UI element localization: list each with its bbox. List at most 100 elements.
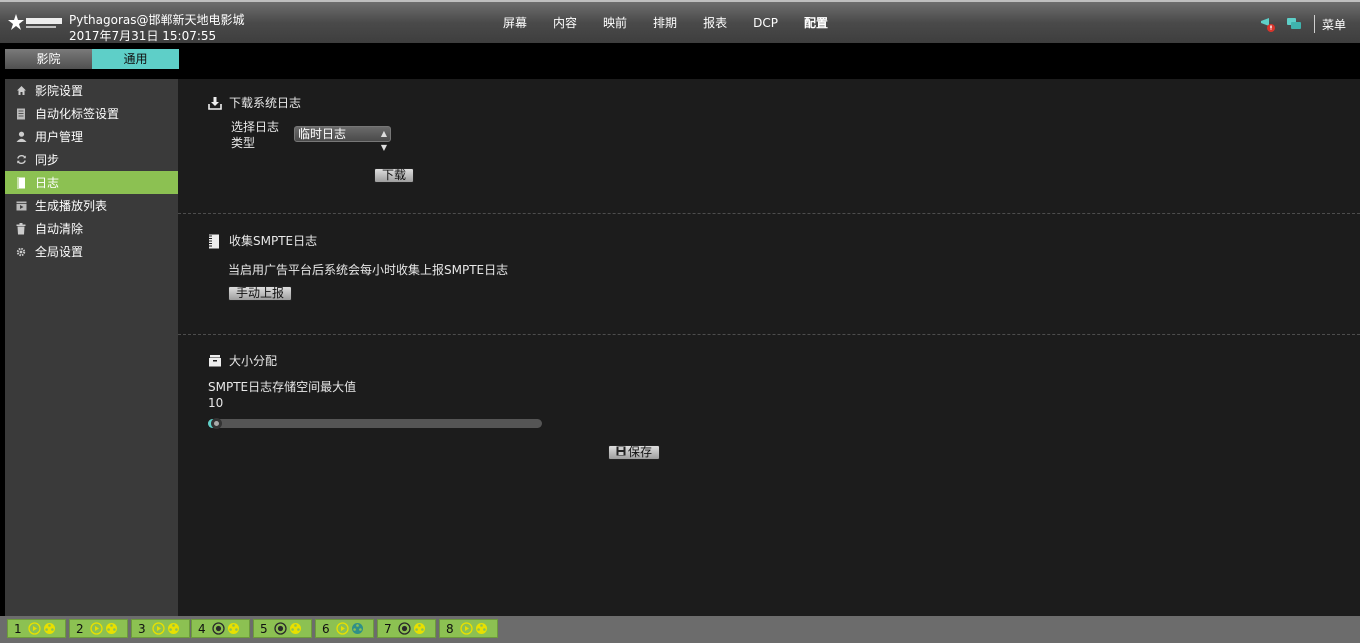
storage-slider[interactable] xyxy=(208,418,542,429)
stop-status-icon xyxy=(398,622,411,635)
reel-status-icon xyxy=(228,623,239,634)
allocation-title: 大小分配 xyxy=(229,354,278,368)
sidebar-item-label: 自动清除 xyxy=(35,222,84,236)
sidebar-item-global-settings[interactable]: 全局设置 xyxy=(5,240,178,263)
sidebar-item-label: 用户管理 xyxy=(35,130,84,144)
user-icon xyxy=(15,131,27,143)
sidebar-item-user-management[interactable]: 用户管理 xyxy=(5,125,178,148)
screen-number: 7 xyxy=(384,621,392,636)
main-nav: 屏幕 内容 映前 排期 报表 DCP 配置 xyxy=(490,2,841,45)
nav-preshow[interactable]: 映前 xyxy=(590,2,640,45)
screen-number: 3 xyxy=(138,621,146,636)
sidebar-item-label: 影院设置 xyxy=(35,84,84,98)
screen-status-5[interactable]: 5 xyxy=(253,619,312,638)
tab-cinema[interactable]: 影院 xyxy=(5,49,92,69)
logo-icon xyxy=(8,14,62,30)
storage-slider-knob[interactable] xyxy=(211,418,222,429)
nav-content[interactable]: 内容 xyxy=(540,2,590,45)
sidebar-item-sync[interactable]: 同步 xyxy=(5,148,178,171)
manual-report-button[interactable]: 手动上报 xyxy=(228,286,292,301)
screen-status-1[interactable]: 1 xyxy=(7,619,66,638)
reel-status-icon xyxy=(44,623,55,634)
screen-status-4[interactable]: 4 xyxy=(191,619,250,638)
main-panel: 下载系统日志 选择日志 类型 临时日志 ▲ ▼ 下载 收集SMPTE日志 当启用广… xyxy=(178,79,1360,616)
chat-icon[interactable] xyxy=(1286,16,1302,32)
sidebar-item-label: 全局设置 xyxy=(35,245,84,259)
storage-icon xyxy=(208,354,222,368)
save-button-label: 保存 xyxy=(627,445,652,459)
alert-icon[interactable] xyxy=(1260,16,1276,32)
select-arrows-icon: ▲ ▼ xyxy=(380,129,387,152)
menu-divider xyxy=(1314,15,1315,33)
play-status-icon xyxy=(152,622,165,635)
log-icon xyxy=(208,234,222,248)
screen-status-2[interactable]: 2 xyxy=(69,619,128,638)
sidebar-item-label: 同步 xyxy=(35,153,60,167)
screen-status-7[interactable]: 7 xyxy=(377,619,436,638)
tab-bar: 影院 通用 xyxy=(5,49,179,69)
nav-config[interactable]: 配置 xyxy=(791,2,841,45)
header-icons xyxy=(1260,16,1302,32)
log-type-select[interactable]: 临时日志 ▲ ▼ xyxy=(294,126,391,152)
log-type-label-line1: 选择日志 xyxy=(231,120,280,134)
play-status-icon xyxy=(90,622,103,635)
tab-general[interactable]: 通用 xyxy=(92,49,179,69)
play-status-icon xyxy=(28,622,41,635)
sidebar-item-label: 日志 xyxy=(35,176,60,190)
screen-status-6[interactable]: 6 xyxy=(315,619,374,638)
smpte-section-title: 收集SMPTE日志 xyxy=(208,232,317,249)
section-divider xyxy=(178,334,1360,335)
gear-icon xyxy=(15,246,27,258)
stop-status-icon xyxy=(212,622,225,635)
download-log-section-title: 下载系统日志 xyxy=(208,94,301,111)
log-type-select-value: 临时日志 xyxy=(298,127,347,141)
reel-status-icon xyxy=(476,623,487,634)
reel-status-icon xyxy=(106,623,117,634)
sidebar-item-auto-clean[interactable]: 自动清除 xyxy=(5,217,178,240)
save-button[interactable]: 保存 xyxy=(608,445,660,460)
document-icon xyxy=(15,108,27,120)
screen-status-8[interactable]: 8 xyxy=(439,619,498,638)
nav-schedule[interactable]: 排期 xyxy=(640,2,690,45)
menu-button[interactable]: 菜单 xyxy=(1322,16,1346,33)
sidebar-item-log[interactable]: 日志 xyxy=(5,171,178,194)
play-status-icon xyxy=(460,622,473,635)
download-icon xyxy=(208,96,222,110)
smpte-description: 当启用广告平台后系统会每小时收集上报SMPTE日志 xyxy=(228,263,509,277)
screen-status-3[interactable]: 3 xyxy=(131,619,190,638)
sidebar-item-generate-playlist[interactable]: 生成播放列表 xyxy=(5,194,178,217)
screen-number: 8 xyxy=(446,621,454,636)
sidebar-item-cinema-settings[interactable]: 影院设置 xyxy=(5,79,178,102)
home-icon xyxy=(15,85,27,97)
play-status-icon xyxy=(336,622,349,635)
sidebar-item-label: 生成播放列表 xyxy=(35,199,108,213)
sidebar-item-automation-tags[interactable]: 自动化标签设置 xyxy=(5,102,178,125)
download-log-title: 下载系统日志 xyxy=(229,96,302,110)
nav-dcp[interactable]: DCP xyxy=(740,2,791,45)
download-button[interactable]: 下载 xyxy=(374,168,414,183)
section-divider xyxy=(178,213,1360,214)
top-bar: Pythagoras@邯郸新天地电影城 2017年7月31日 15:07:55 … xyxy=(0,0,1360,43)
reel-status-icon xyxy=(414,623,425,634)
reel-status-icon xyxy=(290,623,301,634)
stop-status-icon xyxy=(274,622,287,635)
sync-icon xyxy=(15,154,27,166)
reel-status-icon xyxy=(352,623,363,634)
smpte-storage-value: 10 xyxy=(208,396,224,410)
nav-reports[interactable]: 报表 xyxy=(690,2,740,45)
trash-icon xyxy=(15,222,27,235)
nav-screens[interactable]: 屏幕 xyxy=(490,2,540,45)
smpte-title: 收集SMPTE日志 xyxy=(229,234,318,248)
screen-number: 4 xyxy=(198,621,206,636)
screen-status-bar: 1 2 3 4 5 6 7 8 xyxy=(0,616,1360,643)
sidebar-item-label: 自动化标签设置 xyxy=(35,107,120,121)
site-name: Pythagoras@邯郸新天地电影城 xyxy=(69,13,245,27)
screen-number: 5 xyxy=(260,621,268,636)
sidebar: 影院设置 自动化标签设置 用户管理 同步 日志 生成播放列表 自动清除 全局设置 xyxy=(5,79,178,616)
playlist-icon xyxy=(15,200,27,212)
screen-number: 6 xyxy=(322,621,330,636)
screen-number: 2 xyxy=(76,621,84,636)
screen-number: 1 xyxy=(14,621,22,636)
log-icon xyxy=(15,177,27,189)
allocation-section-title: 大小分配 xyxy=(208,352,277,369)
